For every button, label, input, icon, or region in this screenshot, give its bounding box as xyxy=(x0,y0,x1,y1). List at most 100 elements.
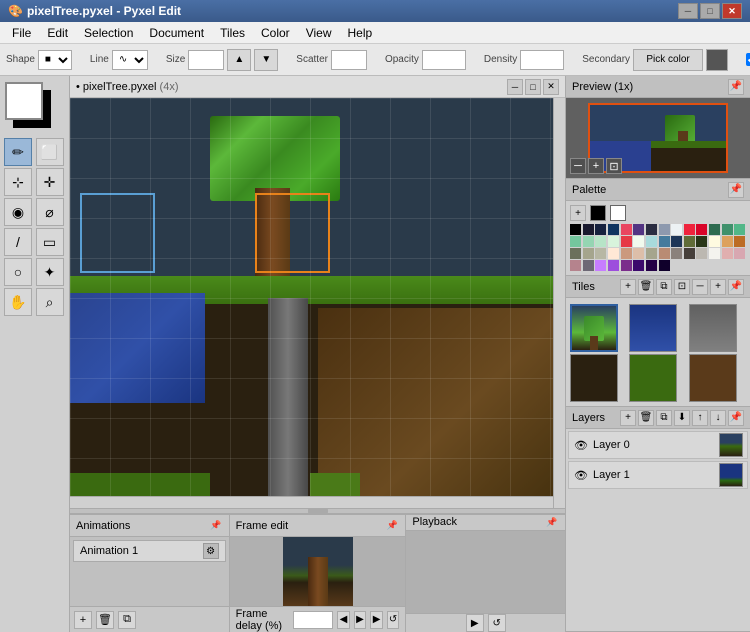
menu-edit[interactable]: Edit xyxy=(39,24,76,42)
animations-pin-btn[interactable]: 📌 xyxy=(209,519,223,533)
palette-fg-swatch[interactable] xyxy=(590,205,606,221)
opacity-input[interactable]: 255 xyxy=(422,50,466,70)
shape-select[interactable]: ■ ● ◆ xyxy=(38,50,72,70)
playback-reset-btn[interactable]: ↺ xyxy=(387,611,400,629)
pencil-tool[interactable]: ✏ xyxy=(4,138,32,166)
palette-color-45[interactable] xyxy=(608,260,619,271)
playback-play-btn[interactable]: ▶ xyxy=(466,614,484,632)
menu-color[interactable]: Color xyxy=(253,24,298,42)
palette-color-5[interactable] xyxy=(633,224,644,235)
zoom-out-btn[interactable]: ─ xyxy=(570,158,586,174)
palette-color-21[interactable] xyxy=(659,236,670,247)
menu-view[interactable]: View xyxy=(298,24,340,42)
palette-color-23[interactable] xyxy=(684,236,695,247)
layer-item-1[interactable]: 👁Layer 1 xyxy=(568,461,748,489)
palette-color-43[interactable] xyxy=(583,260,594,271)
palette-color-41[interactable] xyxy=(734,248,745,259)
palette-color-6[interactable] xyxy=(646,224,657,235)
menu-selection[interactable]: Selection xyxy=(76,24,141,42)
delete-animation-btn[interactable]: 🗑 xyxy=(96,611,114,629)
palette-color-14[interactable] xyxy=(570,236,581,247)
palette-color-40[interactable] xyxy=(722,248,733,259)
line-tool[interactable]: / xyxy=(4,228,32,256)
frame-edit-pin-btn[interactable]: 📌 xyxy=(385,519,399,533)
color-swatches[interactable] xyxy=(5,82,65,134)
layers-delete-btn[interactable]: 🗑 xyxy=(638,410,654,426)
palette-color-48[interactable] xyxy=(646,260,657,271)
palette-color-7[interactable] xyxy=(659,224,670,235)
palette-color-35[interactable] xyxy=(659,248,670,259)
palette-color-49[interactable] xyxy=(659,260,670,271)
zoom-in-btn[interactable]: + xyxy=(588,158,604,174)
palette-color-33[interactable] xyxy=(633,248,644,259)
palette-color-3[interactable] xyxy=(608,224,619,235)
palette-color-9[interactable] xyxy=(684,224,695,235)
wand-tool[interactable]: ✦ xyxy=(36,258,64,286)
palette-color-31[interactable] xyxy=(608,248,619,259)
tiles-copy-btn[interactable]: ⧉ xyxy=(656,279,672,295)
palette-add-btn[interactable]: + xyxy=(570,205,586,221)
tiles-zoom-out-btn[interactable]: ─ xyxy=(692,279,708,295)
palette-color-38[interactable] xyxy=(696,248,707,259)
palette-color-18[interactable] xyxy=(621,236,632,247)
eraser-tool[interactable]: ⬜ xyxy=(36,138,64,166)
frame-next-btn[interactable]: ▶ xyxy=(354,611,367,629)
live-update-checkbox[interactable] xyxy=(746,53,750,66)
layer-visibility-0[interactable]: 👁 xyxy=(573,437,589,453)
layer-item-0[interactable]: 👁Layer 0 xyxy=(568,431,748,459)
hand-tool[interactable]: ✋ xyxy=(4,288,32,316)
eyedropper-tool[interactable]: ⌀ xyxy=(36,198,64,226)
fill-tool[interactable]: ◉ xyxy=(4,198,32,226)
palette-color-32[interactable] xyxy=(621,248,632,259)
palette-color-16[interactable] xyxy=(595,236,606,247)
playback-reset-btn2[interactable]: ↺ xyxy=(488,614,506,632)
move-tool[interactable]: ✛ xyxy=(36,168,64,196)
fit-btn[interactable]: ⊡ xyxy=(606,158,622,174)
palette-color-24[interactable] xyxy=(696,236,707,247)
palette-color-19[interactable] xyxy=(633,236,644,247)
menu-tiles[interactable]: Tiles xyxy=(212,24,253,42)
tile-item-0[interactable] xyxy=(570,304,618,352)
canvas-wrapper[interactable] xyxy=(70,98,565,508)
tiles-fit-btn[interactable]: ⊡ xyxy=(674,279,690,295)
palette-color-28[interactable] xyxy=(570,248,581,259)
palette-bg-swatch[interactable] xyxy=(610,205,626,221)
palette-color-17[interactable] xyxy=(608,236,619,247)
layers-move-up-btn[interactable]: ↑ xyxy=(692,410,708,426)
frame-prev-btn[interactable]: ◀ xyxy=(337,611,350,629)
pick-color-btn[interactable]: Pick color xyxy=(633,49,703,71)
palette-color-42[interactable] xyxy=(570,260,581,271)
menu-help[interactable]: Help xyxy=(339,24,380,42)
add-animation-btn[interactable]: + xyxy=(74,611,92,629)
tile-item-1[interactable] xyxy=(629,304,677,352)
preview-pin-btn[interactable]: 📌 xyxy=(728,79,744,95)
palette-color-44[interactable] xyxy=(595,260,606,271)
density-input[interactable]: 255 xyxy=(520,50,564,70)
palette-color-30[interactable] xyxy=(595,248,606,259)
palette-color-10[interactable] xyxy=(696,224,707,235)
palette-color-8[interactable] xyxy=(671,224,682,235)
size-down-btn[interactable]: ▼ xyxy=(254,49,278,71)
tiles-add-btn[interactable]: + xyxy=(620,279,636,295)
copy-animation-btn[interactable]: ⧉ xyxy=(118,611,136,629)
palette-color-0[interactable] xyxy=(570,224,581,235)
palette-color-22[interactable] xyxy=(671,236,682,247)
line-select[interactable]: ∿ — xyxy=(112,50,148,70)
canvas-close[interactable]: ✕ xyxy=(543,79,559,95)
animation-settings-btn[interactable]: ⚙ xyxy=(203,543,219,559)
palette-color-20[interactable] xyxy=(646,236,657,247)
menu-document[interactable]: Document xyxy=(141,24,212,42)
palette-color-26[interactable] xyxy=(722,236,733,247)
animation-item[interactable]: Animation 1 ⚙ xyxy=(73,540,226,562)
rect-tool[interactable]: ▭ xyxy=(36,228,64,256)
palette-color-36[interactable] xyxy=(671,248,682,259)
tile-item-3[interactable] xyxy=(570,354,618,402)
tile-item-4[interactable] xyxy=(629,354,677,402)
canvas-scrollbar-v[interactable] xyxy=(553,98,565,508)
palette-color-27[interactable] xyxy=(734,236,745,247)
palette-color-2[interactable] xyxy=(595,224,606,235)
minimize-button[interactable]: ─ xyxy=(678,3,698,19)
palette-color-47[interactable] xyxy=(633,260,644,271)
palette-color-1[interactable] xyxy=(583,224,594,235)
layers-move-down-btn[interactable]: ↓ xyxy=(710,410,726,426)
